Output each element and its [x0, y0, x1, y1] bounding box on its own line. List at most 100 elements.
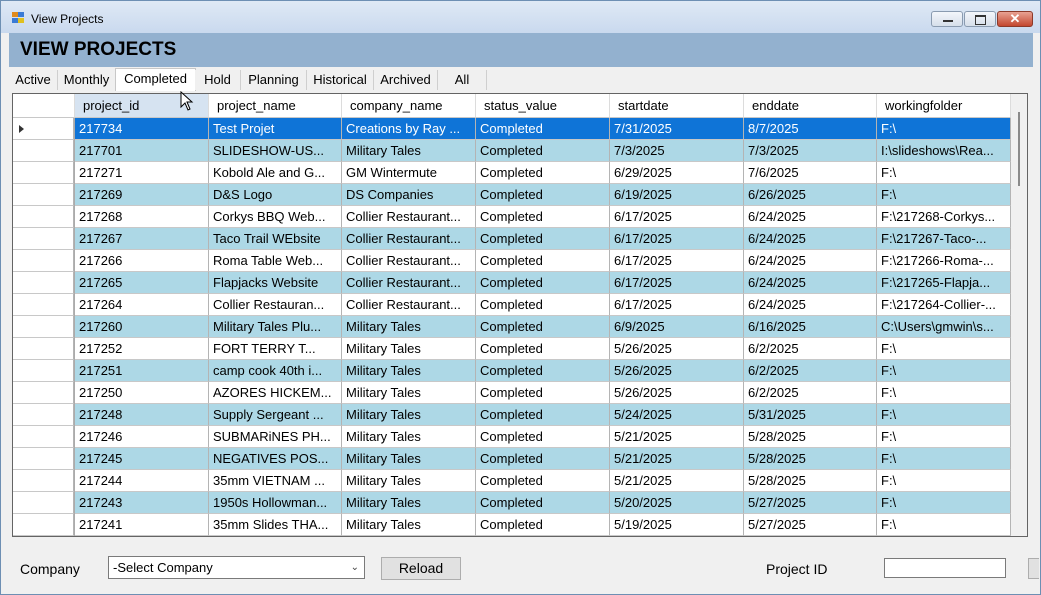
row-header[interactable]	[13, 338, 74, 360]
row-header[interactable]	[13, 118, 74, 140]
cell-startdate[interactable]: 6/19/2025	[610, 184, 744, 206]
cell-project-name[interactable]: Roma Table Web...	[209, 250, 342, 272]
cell-project-id[interactable]: 217260	[75, 316, 209, 338]
cell-company-name[interactable]: Collier Restaurant...	[342, 228, 476, 250]
cell-status-value[interactable]: Completed	[476, 448, 610, 470]
cell-project-name[interactable]: SUBMARiNES PH...	[209, 426, 342, 448]
row-header[interactable]	[13, 316, 74, 338]
row-header[interactable]	[13, 382, 74, 404]
cell-project-id[interactable]: 217266	[75, 250, 209, 272]
cell-startdate[interactable]: 6/9/2025	[610, 316, 744, 338]
row-header[interactable]	[13, 184, 74, 206]
cell-project-id[interactable]: 217250	[75, 382, 209, 404]
cell-project-id[interactable]: 217241	[75, 514, 209, 536]
table-row[interactable]: 217252 FORT TERRY T... Military Tales Compl…	[13, 338, 1011, 360]
row-header[interactable]	[13, 426, 74, 448]
cell-startdate[interactable]: 6/17/2025	[610, 228, 744, 250]
cell-project-id[interactable]: 217269	[75, 184, 209, 206]
cell-project-id[interactable]: 217246	[75, 426, 209, 448]
cell-project-name[interactable]: Collier Restauran...	[209, 294, 342, 316]
table-row[interactable]: 217241 35mm Slides THA... Military Tales Co…	[13, 514, 1011, 536]
cell-project-name[interactable]: AZORES HICKEM...	[209, 382, 342, 404]
cell-project-id[interactable]: 217251	[75, 360, 209, 382]
cell-project-id[interactable]: 217245	[75, 448, 209, 470]
tab-all[interactable]: All	[438, 70, 487, 90]
table-row[interactable]: 217264 Collier Restauran... Collier Restau…	[13, 294, 1011, 316]
cell-project-id[interactable]: 217267	[75, 228, 209, 250]
cell-status-value[interactable]: Completed	[476, 294, 610, 316]
column-header-project-name[interactable]: project_name	[209, 94, 342, 118]
cell-project-name[interactable]: D&S Logo	[209, 184, 342, 206]
minimize-button[interactable]	[931, 11, 963, 27]
cell-company-name[interactable]: Collier Restaurant...	[342, 250, 476, 272]
cell-workingfolder[interactable]: F:\217267-Taco-...	[877, 228, 1011, 250]
cell-company-name[interactable]: DS Companies	[342, 184, 476, 206]
cell-project-name[interactable]: camp cook 40th i...	[209, 360, 342, 382]
cell-project-name[interactable]: Supply Sergeant ...	[209, 404, 342, 426]
column-header-workingfolder[interactable]: workingfolder	[877, 94, 1011, 118]
cell-project-id[interactable]: 217268	[75, 206, 209, 228]
cell-enddate[interactable]: 5/28/2025	[744, 470, 877, 492]
cell-project-name[interactable]: 35mm VIETNAM ...	[209, 470, 342, 492]
row-header[interactable]	[13, 514, 74, 536]
cell-company-name[interactable]: Military Tales	[342, 470, 476, 492]
cell-workingfolder[interactable]: F:\217266-Roma-...	[877, 250, 1011, 272]
column-header-status-value[interactable]: status_value	[476, 94, 610, 118]
company-select[interactable]: -Select Company ⌄	[108, 556, 365, 579]
cell-project-id[interactable]: 217252	[75, 338, 209, 360]
cell-company-name[interactable]: Military Tales	[342, 426, 476, 448]
cell-enddate[interactable]: 6/2/2025	[744, 382, 877, 404]
table-row[interactable]: 217245 NEGATIVES POS... Military Tales Comp…	[13, 448, 1011, 470]
cell-workingfolder[interactable]: F:\217265-Flapja...	[877, 272, 1011, 294]
cell-enddate[interactable]: 5/28/2025	[744, 448, 877, 470]
cell-company-name[interactable]: Military Tales	[342, 360, 476, 382]
title-bar[interactable]: View Projects ✕	[1, 1, 1040, 33]
cell-project-name[interactable]: SLIDESHOW-US...	[209, 140, 342, 162]
projects-grid[interactable]: project_id project_name company_name sta…	[12, 93, 1028, 537]
table-row[interactable]: 217266 Roma Table Web... Collier Restauran…	[13, 250, 1011, 272]
table-row[interactable]: 217246 SUBMARiNES PH... Military Tales Comp…	[13, 426, 1011, 448]
cell-project-name[interactable]: Military Tales Plu...	[209, 316, 342, 338]
cell-company-name[interactable]: Collier Restaurant...	[342, 294, 476, 316]
cell-status-value[interactable]: Completed	[476, 514, 610, 536]
cell-company-name[interactable]: Military Tales	[342, 492, 476, 514]
cell-enddate[interactable]: 6/24/2025	[744, 272, 877, 294]
cell-startdate[interactable]: 7/31/2025	[610, 118, 744, 140]
cell-status-value[interactable]: Completed	[476, 404, 610, 426]
cell-enddate[interactable]: 5/27/2025	[744, 492, 877, 514]
cell-enddate[interactable]: 6/24/2025	[744, 250, 877, 272]
table-row[interactable]: 217265 Flapjacks Website Collier Restauran…	[13, 272, 1011, 294]
cell-startdate[interactable]: 5/24/2025	[610, 404, 744, 426]
cell-enddate[interactable]: 6/24/2025	[744, 228, 877, 250]
cell-status-value[interactable]: Completed	[476, 228, 610, 250]
cell-project-id[interactable]: 217248	[75, 404, 209, 426]
cell-workingfolder[interactable]: F:\	[877, 162, 1011, 184]
cell-status-value[interactable]: Completed	[476, 206, 610, 228]
cell-company-name[interactable]: Military Tales	[342, 316, 476, 338]
cell-status-value[interactable]: Completed	[476, 118, 610, 140]
table-row[interactable]: 217260 Military Tales Plu... Military Tale…	[13, 316, 1011, 338]
cell-workingfolder[interactable]: F:\	[877, 360, 1011, 382]
cell-project-id[interactable]: 217265	[75, 272, 209, 294]
row-header[interactable]	[13, 360, 74, 382]
cell-status-value[interactable]: Completed	[476, 250, 610, 272]
row-header[interactable]	[13, 492, 74, 514]
cell-project-id[interactable]: 217734	[75, 118, 209, 140]
cell-workingfolder[interactable]: F:\	[877, 184, 1011, 206]
cell-startdate[interactable]: 5/21/2025	[610, 448, 744, 470]
cell-status-value[interactable]: Completed	[476, 382, 610, 404]
cell-enddate[interactable]: 6/2/2025	[744, 360, 877, 382]
row-header[interactable]	[13, 206, 74, 228]
cell-workingfolder[interactable]: F:\	[877, 404, 1011, 426]
cell-startdate[interactable]: 7/3/2025	[610, 140, 744, 162]
table-row[interactable]: 217244 35mm VIETNAM ... Military Tales Comp…	[13, 470, 1011, 492]
cell-enddate[interactable]: 6/16/2025	[744, 316, 877, 338]
cell-company-name[interactable]: Military Tales	[342, 448, 476, 470]
reload-button[interactable]: Reload	[381, 557, 461, 580]
cell-project-name[interactable]: 35mm Slides THA...	[209, 514, 342, 536]
cell-status-value[interactable]: Completed	[476, 426, 610, 448]
maximize-button[interactable]	[964, 11, 996, 27]
table-row[interactable]: 217250 AZORES HICKEM... Military Tales Comp…	[13, 382, 1011, 404]
row-header[interactable]	[13, 404, 74, 426]
cell-status-value[interactable]: Completed	[476, 272, 610, 294]
